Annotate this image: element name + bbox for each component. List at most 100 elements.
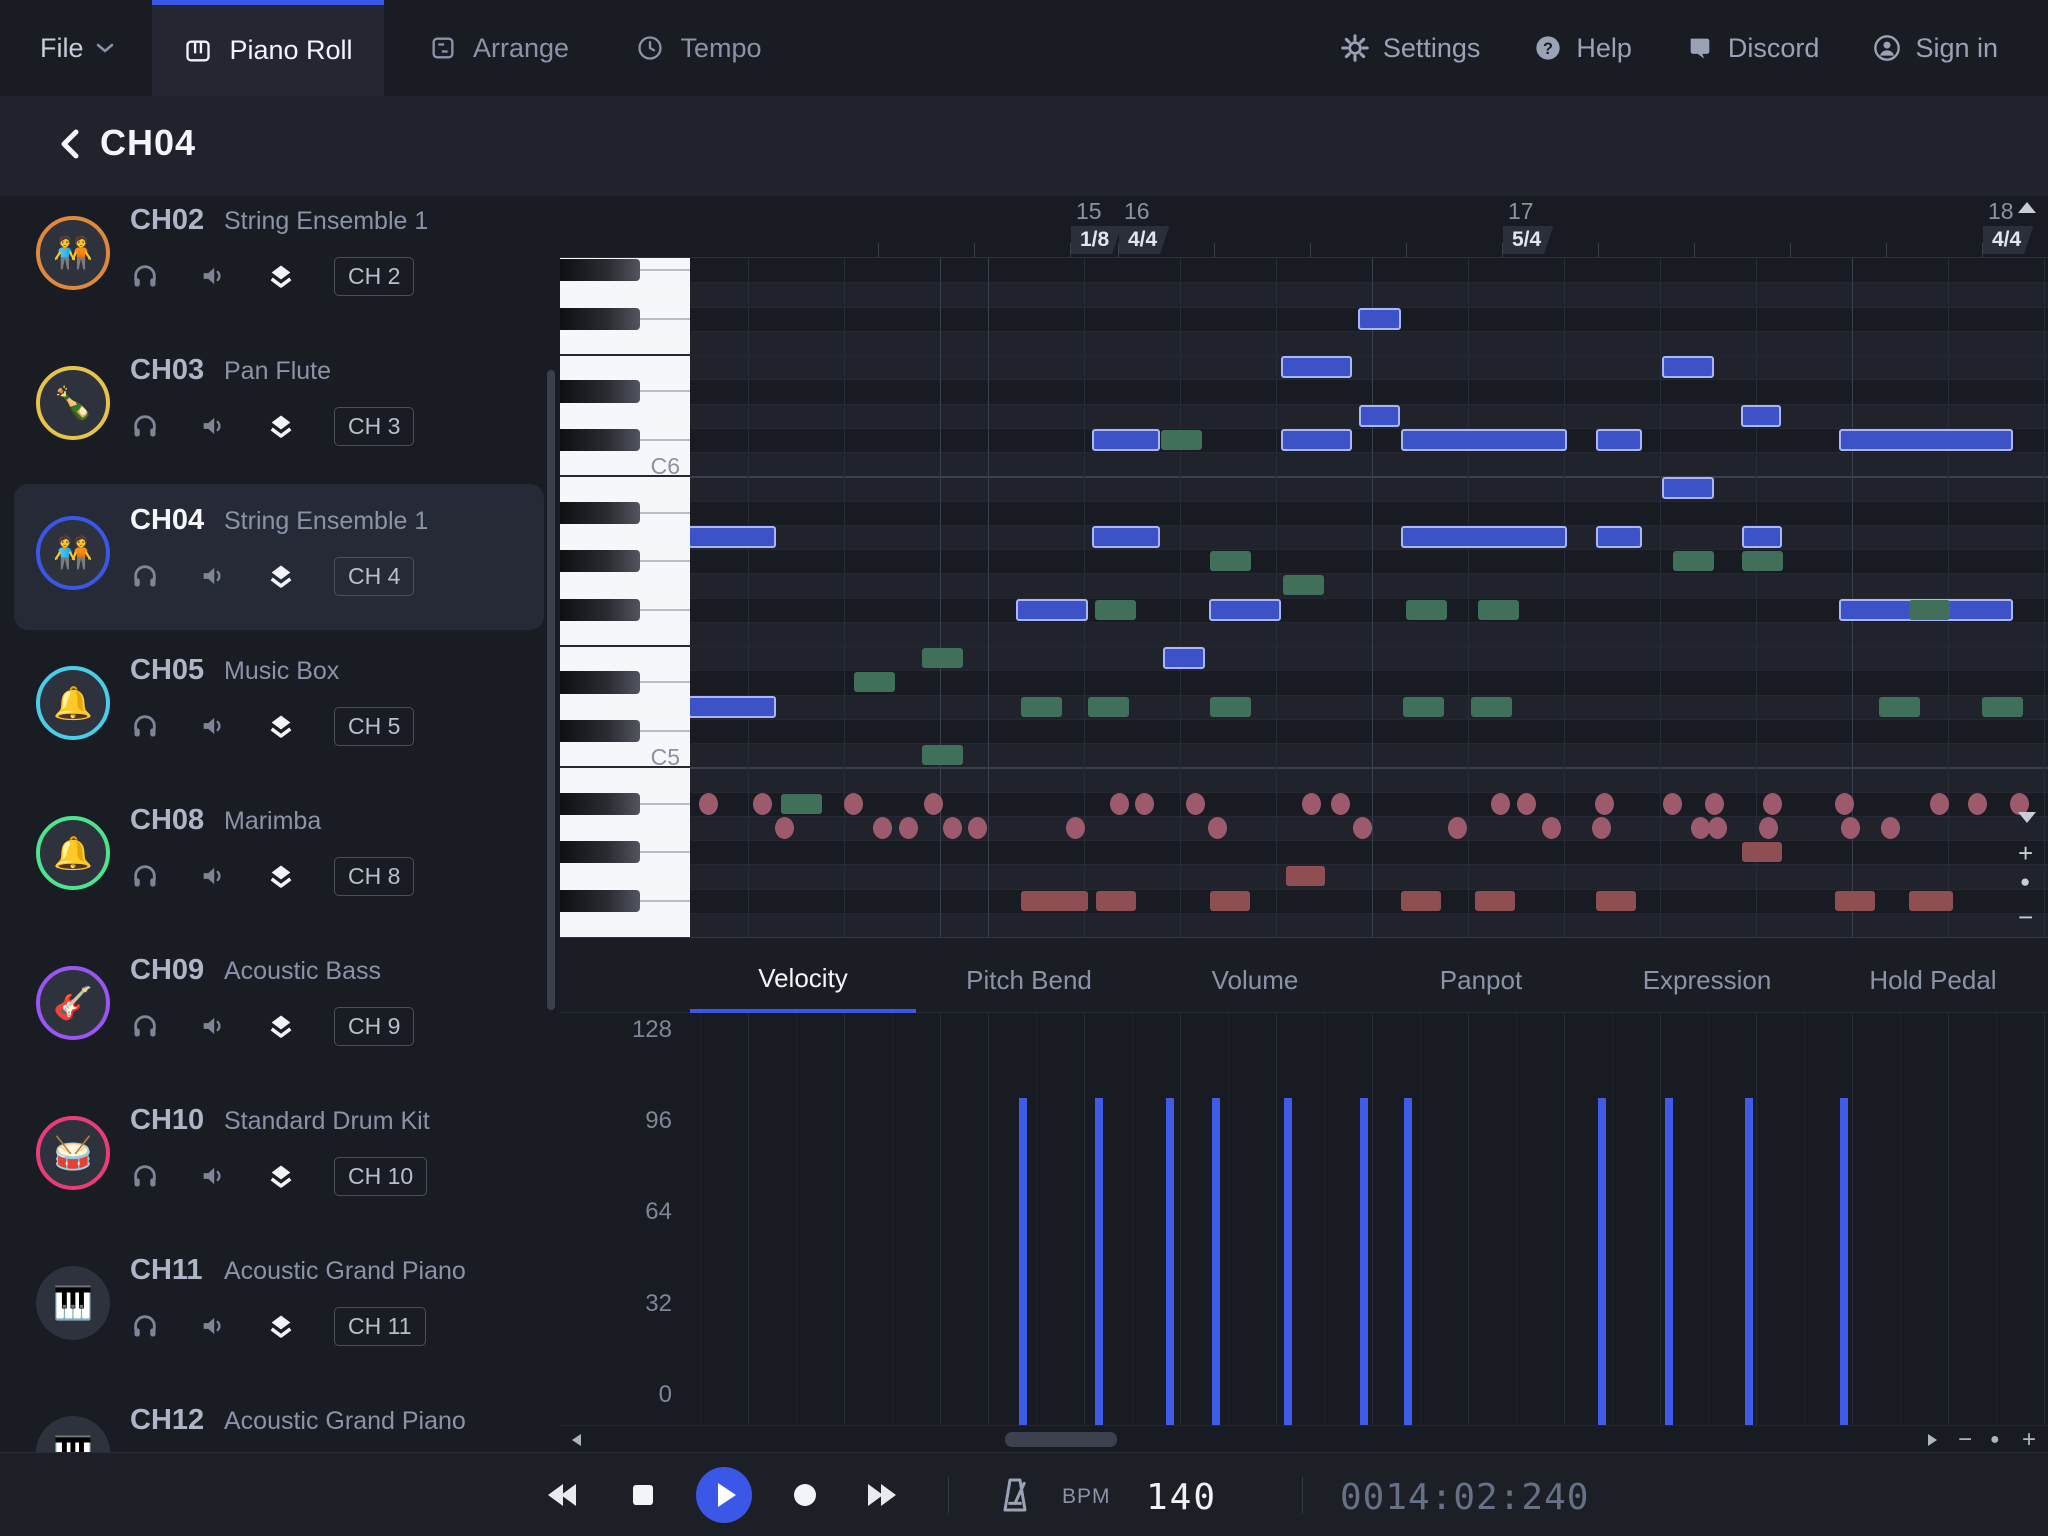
track-item-ch05[interactable]: 🔔CH05Music BoxCH 5 [0, 646, 560, 796]
time-signature-chip[interactable]: 5/4 [1503, 226, 1553, 254]
metronome-icon[interactable] [995, 1475, 1035, 1515]
velocity-bar[interactable] [1404, 1098, 1412, 1425]
channel-badge[interactable]: CH 10 [334, 1157, 427, 1196]
midi-note-other-track[interactable] [1673, 551, 1714, 571]
midi-note-selected-track[interactable] [690, 526, 776, 548]
scroll-right-icon[interactable] [1928, 1434, 1937, 1446]
file-menu[interactable]: File [40, 0, 114, 96]
black-key[interactable] [560, 671, 640, 693]
scroll-up-icon[interactable] [2018, 202, 2036, 213]
velocity-bar[interactable] [1095, 1098, 1103, 1425]
solo-headphones-icon[interactable] [130, 562, 160, 590]
black-key[interactable] [560, 380, 640, 402]
drum-hit-dot[interactable] [924, 793, 943, 815]
back-button[interactable] [52, 124, 92, 164]
midi-note-other-track[interactable] [922, 648, 963, 668]
midi-note-other-track[interactable] [1909, 600, 1950, 620]
midi-note-selected-track[interactable] [1092, 429, 1160, 451]
midi-note-other-track[interactable] [1095, 600, 1136, 620]
black-key[interactable] [560, 429, 640, 451]
drum-hit-dot[interactable] [1763, 793, 1782, 815]
track-avatar[interactable]: 🔔 [36, 666, 110, 740]
hscroll-thumb[interactable] [1005, 1432, 1117, 1447]
midi-note-other-track[interactable] [1021, 697, 1062, 717]
black-key[interactable] [560, 720, 640, 742]
mute-speaker-icon[interactable] [198, 1162, 228, 1190]
midi-note-other-track[interactable] [1982, 697, 2023, 717]
channel-badge[interactable]: CH 9 [334, 1007, 414, 1046]
track-avatar[interactable]: 🎸 [36, 966, 110, 1040]
midi-note-selected-track[interactable] [1281, 356, 1352, 378]
drum-hit-dot[interactable] [1302, 793, 1321, 815]
track-item-ch02[interactable]: 🧑‍🤝‍🧑CH02String Ensemble 1CH 2 [0, 196, 560, 346]
layers-icon[interactable] [266, 562, 296, 590]
midi-note-drum-track[interactable] [1210, 891, 1250, 911]
velocity-bar[interactable] [1284, 1098, 1292, 1425]
tab-tempo[interactable]: Tempo [620, 0, 778, 96]
midi-note-other-track[interactable] [1088, 697, 1129, 717]
track-avatar[interactable]: 🍾 [36, 366, 110, 440]
track-avatar[interactable]: 🧑‍🤝‍🧑 [36, 216, 110, 290]
scroll-left-icon[interactable] [572, 1434, 581, 1446]
layers-icon[interactable] [266, 412, 296, 440]
midi-note-other-track[interactable] [1471, 697, 1512, 717]
midi-note-selected-track[interactable] [1401, 526, 1567, 548]
drum-hit-dot[interactable] [699, 793, 718, 815]
black-key[interactable] [560, 890, 640, 912]
mute-speaker-icon[interactable] [198, 862, 228, 890]
track-item-ch04[interactable]: 🧑‍🤝‍🧑CH04String Ensemble 1CH 4 [0, 496, 560, 646]
midi-note-selected-track[interactable] [690, 696, 776, 718]
solo-headphones-icon[interactable] [130, 712, 160, 740]
solo-headphones-icon[interactable] [130, 1012, 160, 1040]
piano-keyboard[interactable]: C6C5 [560, 258, 690, 937]
drum-hit-dot[interactable] [1595, 793, 1614, 815]
play-button[interactable] [696, 1467, 752, 1523]
black-key[interactable] [560, 308, 640, 330]
zoom-out-vertical-button[interactable]: − [2018, 902, 2033, 933]
controller-tab-panpot[interactable]: Panpot [1368, 948, 1594, 1013]
rewind-button[interactable] [548, 1484, 576, 1511]
midi-note-other-track[interactable] [781, 794, 822, 814]
drum-hit-dot[interactable] [1663, 793, 1682, 815]
zoom-reset-vertical-button[interactable]: ● [2020, 872, 2030, 892]
track-item-ch03[interactable]: 🍾CH03Pan FluteCH 3 [0, 346, 560, 496]
menu-help[interactable]: ?Help [1520, 33, 1646, 64]
midi-note-selected-track[interactable] [1358, 308, 1401, 330]
mute-speaker-icon[interactable] [198, 712, 228, 740]
velocity-bar[interactable] [1745, 1098, 1753, 1425]
midi-note-selected-track[interactable] [1016, 599, 1088, 621]
controller-tab-pitch-bend[interactable]: Pitch Bend [916, 948, 1142, 1013]
midi-note-selected-track[interactable] [1359, 405, 1400, 427]
midi-note-other-track[interactable] [1210, 697, 1251, 717]
track-item-ch11[interactable]: 🎹CH11Acoustic Grand PianoCH 11 [0, 1246, 560, 1396]
mute-speaker-icon[interactable] [198, 262, 228, 290]
midi-note-selected-track[interactable] [1839, 429, 2013, 451]
drum-hit-dot[interactable] [844, 793, 863, 815]
midi-note-other-track[interactable] [1283, 575, 1324, 595]
midi-note-selected-track[interactable] [1742, 526, 1782, 548]
midi-note-drum-track[interactable] [1286, 866, 1325, 886]
layers-icon[interactable] [266, 862, 296, 890]
velocity-bar[interactable] [1019, 1098, 1027, 1425]
black-key[interactable] [560, 550, 640, 572]
tab-arrange[interactable]: Arrange [416, 0, 582, 96]
tab-piano-roll[interactable]: Piano Roll [152, 0, 384, 96]
midi-note-other-track[interactable] [1161, 430, 1202, 450]
sidebar-scrollbar[interactable] [547, 370, 555, 1010]
track-avatar[interactable]: 🔔 [36, 816, 110, 890]
velocity-bar[interactable] [1665, 1098, 1673, 1425]
midi-note-other-track[interactable] [1478, 600, 1519, 620]
mute-speaker-icon[interactable] [198, 1312, 228, 1340]
controller-tab-velocity[interactable]: Velocity [690, 948, 916, 1013]
black-key[interactable] [560, 502, 640, 524]
track-item-ch10[interactable]: 🥁CH10Standard Drum KitCH 10 [0, 1096, 560, 1246]
drum-hit-dot[interactable] [1491, 793, 1510, 815]
controller-tab-expression[interactable]: Expression [1594, 948, 1820, 1013]
mute-speaker-icon[interactable] [198, 562, 228, 590]
midi-note-selected-track[interactable] [1662, 477, 1714, 499]
drum-hit-dot[interactable] [1835, 793, 1854, 815]
record-button[interactable] [794, 1484, 816, 1506]
black-key[interactable] [560, 599, 640, 621]
solo-headphones-icon[interactable] [130, 1312, 160, 1340]
solo-headphones-icon[interactable] [130, 412, 160, 440]
